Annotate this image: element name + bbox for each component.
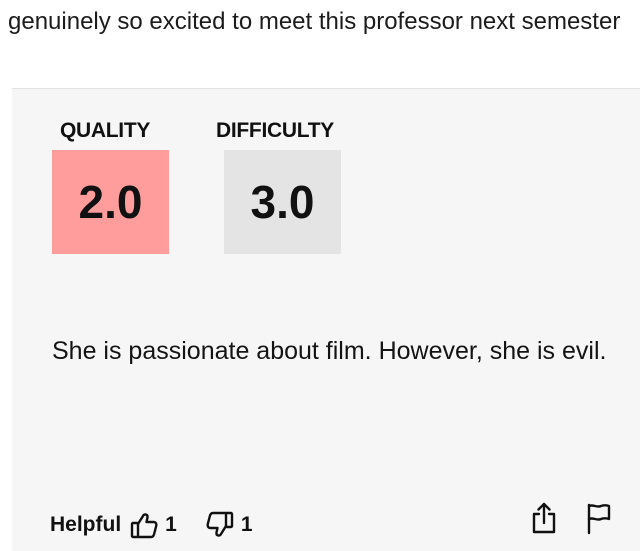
helpful-bar: Helpful 1 1 <box>50 508 253 542</box>
review-actions <box>530 501 612 535</box>
thumbs-down-icon[interactable] <box>205 510 235 540</box>
difficulty-score-box: 3.0 <box>224 150 341 254</box>
rating-card: QUALITY 2.0 DIFFICULTY 3.0 She is passio… <box>12 88 640 551</box>
quality-score-box: 2.0 <box>52 150 169 254</box>
thumbs-up-count: 1 <box>165 513 177 536</box>
page: genuinely so excited to meet this profes… <box>0 0 640 551</box>
quality-label: QUALITY <box>60 119 151 142</box>
share-icon[interactable] <box>530 501 558 535</box>
review-comment: She is passionate about film. However, s… <box>52 337 607 365</box>
flag-icon[interactable] <box>584 501 612 535</box>
difficulty-label: DIFFICULTY <box>216 119 334 142</box>
difficulty-score: 3.0 <box>250 176 315 228</box>
thumbs-up-icon[interactable] <box>129 510 159 540</box>
quality-score: 2.0 <box>78 176 143 228</box>
thumbs-down-count: 1 <box>240 513 253 536</box>
helpful-label: Helpful <box>50 513 122 536</box>
tweet-text: genuinely so excited to meet this profes… <box>8 8 621 35</box>
